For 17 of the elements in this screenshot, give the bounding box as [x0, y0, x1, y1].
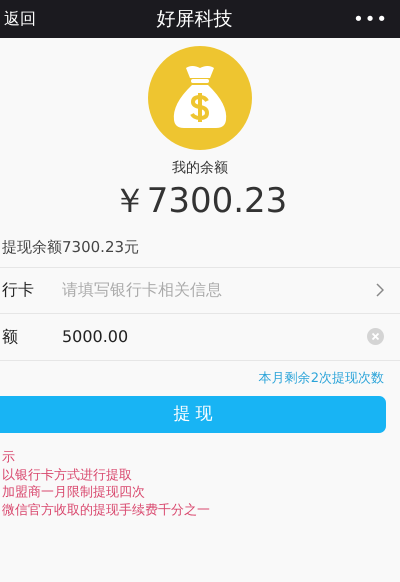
money-bag-icon — [148, 46, 252, 150]
page-title: 好屏科技 — [156, 6, 233, 32]
input-field[interactable]: 5000.00 — [60, 324, 367, 350]
note-text: 加盟商一月限制提现四次 — [2, 484, 146, 502]
input-field[interactable]: 请填写银行卡相关信息 — [60, 277, 376, 304]
note-text: 示 — [2, 449, 16, 467]
chevron-right-icon[interactable] — [376, 283, 384, 298]
balance-amount: ￥7300.23 — [112, 183, 288, 220]
back-link[interactable]: 返回 — [4, 7, 36, 31]
note-text: 微信官方收取的提现手续费千分之一 — [2, 502, 211, 520]
field-label: 额 — [1, 326, 19, 348]
balance-label: 我的余额 — [172, 159, 228, 178]
remaining-hint: 本月剩余2次提现次数 — [258, 370, 384, 388]
field-label: 行卡 — [1, 279, 35, 302]
more-button[interactable]: ••• — [353, 6, 396, 32]
available-balance: 提现余额7300.23元 — [1, 237, 140, 258]
note-text: 以银行卡方式进行提取 — [2, 466, 133, 484]
